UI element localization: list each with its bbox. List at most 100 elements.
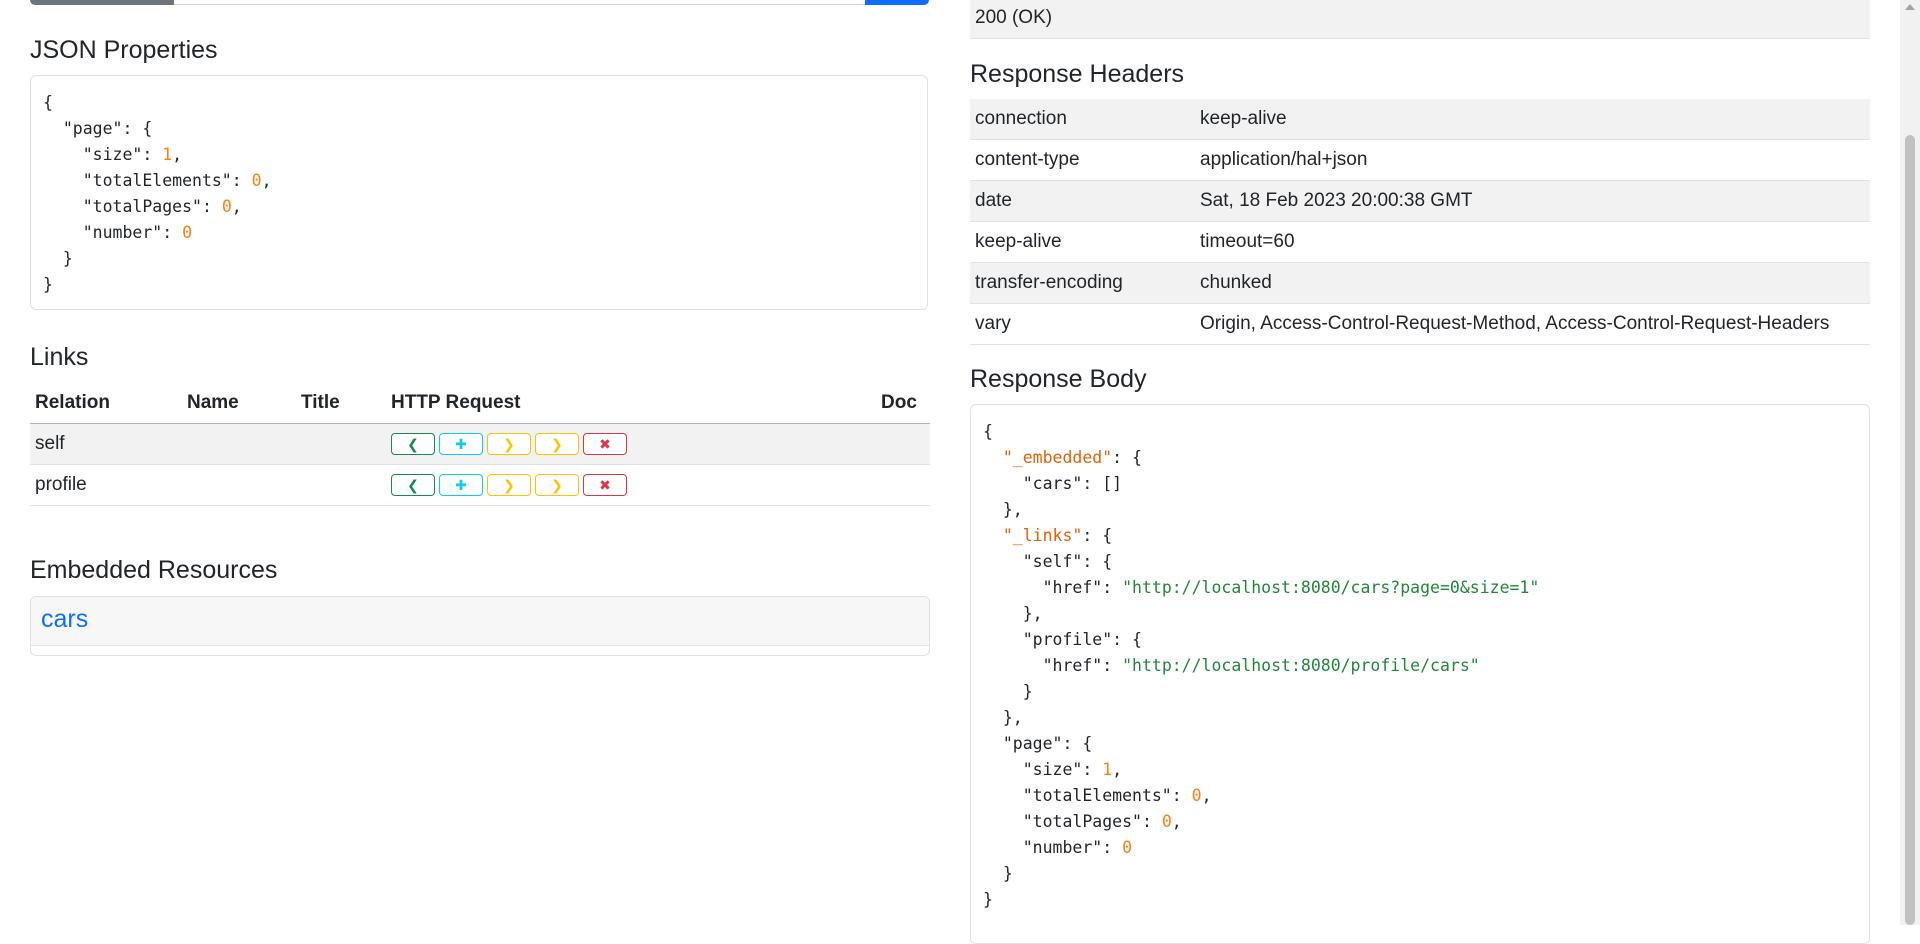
- code-token: {: [43, 93, 53, 112]
- post-button[interactable]: ✚: [439, 474, 483, 496]
- status-row: 200 (OK): [970, 0, 1870, 39]
- code-token: "page": {: [983, 734, 1093, 753]
- code-token: }: [983, 682, 1033, 701]
- code-token: "totalElements":: [43, 171, 252, 190]
- link-relation: self: [30, 423, 182, 465]
- header-name: connection: [970, 99, 1195, 140]
- header-name: content-type: [970, 139, 1195, 181]
- put-button[interactable]: ❯: [487, 474, 531, 496]
- patch-button[interactable]: ❯: [535, 433, 579, 455]
- json-properties-box: { "page": { "size": 1, "totalElements": …: [30, 75, 928, 310]
- code-token: "number":: [43, 223, 183, 242]
- code-token: "http://localhost:8080/profile/cars": [1122, 656, 1480, 675]
- code-token: 1: [162, 145, 173, 164]
- scrollbar-thumb[interactable]: [1905, 135, 1915, 925]
- url-input[interactable]: [174, 0, 896, 5]
- links-heading: Links: [30, 343, 89, 371]
- code-token: "totalElements":: [983, 786, 1192, 805]
- header-row: content-type application/hal+json: [970, 139, 1870, 181]
- code-token: "page": {: [43, 119, 153, 138]
- code-token: 1: [1102, 760, 1113, 779]
- code-token: "_embedded": [1002, 448, 1113, 467]
- header-value: Origin, Access-Control-Request-Method, A…: [1195, 303, 1870, 345]
- code-token: ,: [1201, 786, 1212, 805]
- link-doc: [876, 423, 930, 465]
- code-token: "totalPages":: [43, 197, 222, 216]
- header-name: transfer-encoding: [970, 262, 1195, 304]
- embedded-card-header: cars: [31, 597, 929, 646]
- code-token: ,: [231, 197, 242, 216]
- code-token: "href":: [983, 656, 1123, 675]
- close-icon: ✖: [599, 477, 611, 493]
- embedded-resources-heading: Embedded Resources: [30, 556, 278, 584]
- status-text: 200 (OK): [975, 7, 1053, 28]
- code-token: : {: [1082, 526, 1113, 545]
- code-token: {: [983, 422, 993, 441]
- vertical-scrollbar[interactable]: [1900, 0, 1920, 925]
- link-name: [182, 423, 296, 465]
- code-token: },: [983, 604, 1043, 623]
- chevron-left-icon: ❮: [407, 436, 419, 452]
- code-token: "totalPages":: [983, 812, 1162, 831]
- header-value: timeout=60: [1195, 221, 1870, 263]
- code-token: }: [983, 864, 1013, 883]
- code-token: "size":: [983, 760, 1103, 779]
- link-name: [182, 464, 296, 506]
- get-button[interactable]: ❮: [391, 474, 435, 496]
- code-token: }: [43, 249, 73, 268]
- code-token: },: [983, 500, 1023, 519]
- header-row: keep-alive timeout=60: [970, 221, 1870, 263]
- code-token: : {: [1112, 448, 1142, 467]
- links-table: Relation Name Title HTTP Request Doc sel…: [30, 383, 930, 506]
- header-name: keep-alive: [970, 221, 1195, 263]
- header-name: date: [970, 180, 1195, 222]
- header-row: vary Origin, Access-Control-Request-Metho…: [970, 303, 1870, 345]
- delete-button[interactable]: ✖: [583, 433, 627, 455]
- links-header-row: Relation Name Title HTTP Request Doc: [30, 383, 930, 424]
- code-token: "self": {: [983, 552, 1113, 571]
- go-button[interactable]: [865, 0, 929, 5]
- code-token: ,: [1171, 812, 1182, 831]
- post-button[interactable]: ✚: [439, 433, 483, 455]
- col-title: Title: [296, 383, 386, 424]
- code-token: "href":: [983, 578, 1123, 597]
- response-body-heading: Response Body: [970, 365, 1147, 393]
- link-row-self: self ❮ ✚ ❯ ❯ ✖: [30, 423, 930, 465]
- link-relation: profile: [30, 464, 182, 506]
- json-properties-heading: JSON Properties: [30, 36, 218, 64]
- code-token: }: [43, 275, 53, 294]
- code-token: 0: [221, 197, 232, 216]
- code-token: }: [983, 890, 993, 909]
- embedded-link-cars[interactable]: cars: [41, 605, 88, 634]
- chevron-right-icon: ❯: [551, 477, 563, 493]
- chevron-right-icon: ❯: [503, 436, 515, 452]
- put-button[interactable]: ❯: [487, 433, 531, 455]
- patch-button[interactable]: ❯: [535, 474, 579, 496]
- response-body-code: { "_embedded": { "cars": [] }, "_links":…: [983, 419, 1539, 913]
- code-token: 0: [182, 223, 193, 242]
- header-row: connection keep-alive: [970, 99, 1870, 140]
- code-token: ,: [261, 171, 272, 190]
- plus-icon: ✚: [455, 436, 467, 452]
- scroll-up-icon[interactable]: [1905, 4, 1915, 10]
- header-value: chunked: [1195, 262, 1870, 304]
- header-value: keep-alive: [1195, 99, 1870, 140]
- chevron-left-icon: ❮: [407, 477, 419, 493]
- code-token: "size":: [43, 145, 163, 164]
- code-token: ,: [172, 145, 183, 164]
- http-request-buttons: ❮ ✚ ❯ ❯ ✖: [391, 433, 871, 455]
- link-http-request: ❮ ✚ ❯ ❯ ✖: [386, 464, 876, 506]
- code-token: "cars": []: [983, 474, 1123, 493]
- chevron-right-icon: ❯: [551, 436, 563, 452]
- get-button[interactable]: ❮: [391, 433, 435, 455]
- method-dropdown[interactable]: [30, 0, 174, 5]
- link-http-request: ❮ ✚ ❯ ❯ ✖: [386, 423, 876, 465]
- top-url-bar: [30, 0, 929, 5]
- header-name: vary: [970, 303, 1195, 345]
- col-http-request: HTTP Request: [386, 383, 876, 424]
- col-relation: Relation: [30, 383, 182, 424]
- link-row-profile: profile ❮ ✚ ❯ ❯ ✖: [30, 464, 930, 506]
- col-name: Name: [182, 383, 296, 424]
- delete-button[interactable]: ✖: [583, 474, 627, 496]
